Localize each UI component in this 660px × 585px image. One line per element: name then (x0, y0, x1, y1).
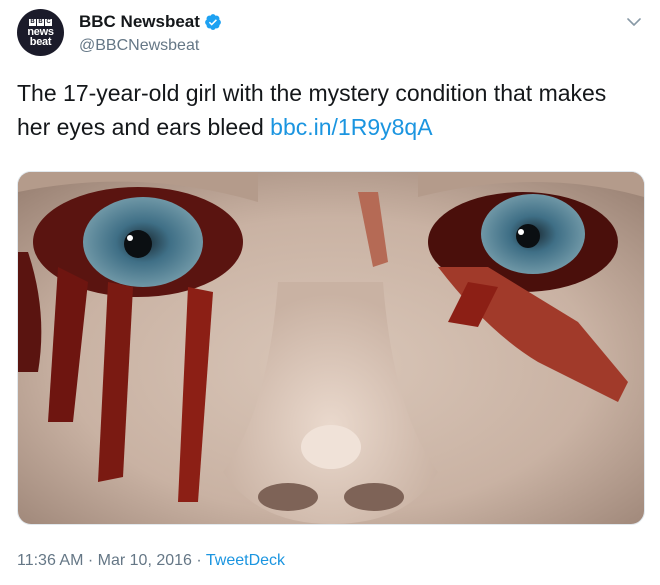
avatar[interactable]: B B C news beat (17, 9, 64, 56)
tweet-meta: 11:36 AM · Mar 10, 2016 · TweetDeck (17, 552, 285, 570)
bbc-logo: B B C (29, 18, 52, 26)
verified-badge-icon (205, 14, 221, 30)
tweet-photo[interactable] (17, 171, 645, 525)
tweet-time[interactable]: 11:36 AM (17, 552, 83, 569)
meta-separator: · (196, 552, 202, 569)
author-name[interactable]: BBC Newsbeat (79, 12, 200, 32)
logo-letter: B (29, 18, 36, 26)
tweet-source[interactable]: TweetDeck (206, 552, 285, 569)
photo-icon (18, 172, 644, 524)
logo-letter: C (45, 18, 52, 26)
avatar-word-news: news (27, 25, 54, 38)
avatar-word-beat: beat (29, 35, 52, 48)
tweet-date[interactable]: Mar 10, 2016 (98, 552, 192, 569)
meta-separator: · (87, 552, 94, 569)
tweet-text: The 17-year-old girl with the mystery co… (17, 76, 637, 144)
author-name-row[interactable]: BBC Newsbeat (79, 12, 222, 32)
tweet-link[interactable]: bbc.in/1R9y8qA (270, 114, 432, 140)
author-handle[interactable]: @BBCNewsbeat (79, 37, 199, 55)
logo-letter: B (37, 18, 44, 26)
chevron-down-icon[interactable] (626, 14, 642, 30)
